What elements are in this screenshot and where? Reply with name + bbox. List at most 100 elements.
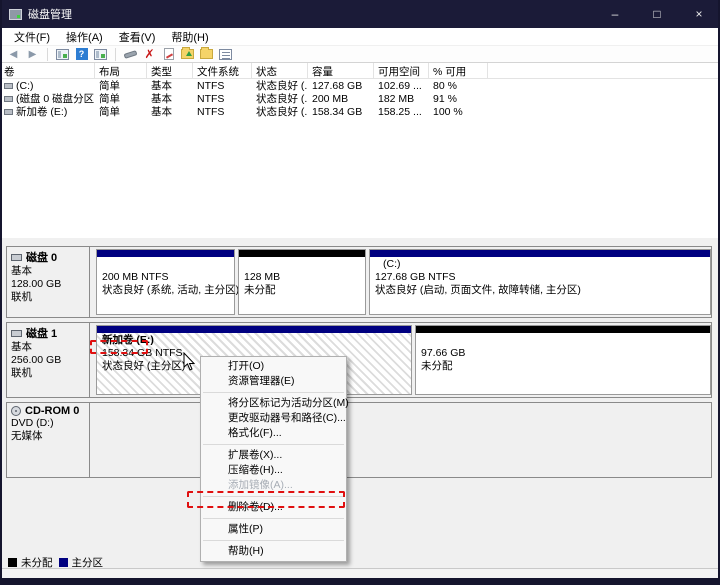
disk-management-app-icon: [9, 8, 22, 20]
console-window-icon[interactable]: [93, 47, 108, 61]
primary-partition-bar: [97, 250, 234, 257]
partition-status-label: 未分配: [244, 284, 276, 296]
window-bottom-border: [0, 578, 720, 585]
volume-table-header: 卷 布局 类型 文件系统 状态 容量 可用空间 % 可用: [0, 63, 720, 79]
title-bar: 磁盘管理 – □ ×: [0, 0, 720, 28]
menu-change-drive-letter[interactable]: 更改驱动器号和路径(C)...: [201, 411, 346, 426]
primary-partition-swatch: [58, 557, 68, 567]
volume-name: (C:): [16, 79, 34, 92]
menu-separator: [203, 540, 344, 541]
tool-icon[interactable]: [123, 47, 138, 61]
delete-volume-icon[interactable]: ✗: [142, 47, 157, 61]
disk0-partition-c[interactable]: (C:) 127.68 GB NTFS 状态良好 (启动, 页面文件, 故障转储…: [369, 249, 711, 315]
context-menu: 打开(O) 资源管理器(E) 将分区标记为活动分区(M) 更改驱动器号和路径(C…: [200, 356, 349, 562]
primary-partition-bar: [370, 250, 710, 257]
cell-type: 基本: [151, 106, 172, 118]
volume-icon: [4, 108, 13, 115]
cell-pct: 80 %: [433, 79, 457, 92]
menu-separator: [203, 518, 344, 519]
menu-help[interactable]: 帮助(H): [201, 544, 346, 559]
cell-status: 状态良好 (...: [256, 106, 308, 118]
maximize-button[interactable]: □: [636, 0, 678, 28]
cell-capacity: 158.34 GB: [312, 105, 363, 118]
partition-size-label: 200 MB NTFS: [102, 271, 169, 283]
menu-extend-volume[interactable]: 扩展卷(X)...: [201, 448, 346, 463]
help-icon[interactable]: ?: [74, 47, 89, 61]
col-volume[interactable]: 卷: [0, 63, 95, 78]
disk1-label-panel[interactable]: 磁盘 1 基本 256.00 GB 联机: [7, 323, 90, 397]
cell-free: 102.69 ...: [378, 79, 422, 92]
disk1-kind: 基本: [11, 341, 32, 353]
volume-row-e[interactable]: 新加卷 (E:) 简单 基本 NTFS 状态良好 (... 158.34 GB …: [0, 105, 720, 118]
disk1-unallocated[interactable]: 97.66 GB 未分配: [415, 325, 711, 395]
primary-partition-bar: [97, 326, 411, 333]
close-button[interactable]: ×: [678, 0, 720, 28]
cdrom-name: CD-ROM 0: [25, 405, 80, 417]
disk0-partition-system[interactable]: 200 MB NTFS 状态良好 (系统, 活动, 主分区): [96, 249, 240, 315]
legend-bar: 未分配 主分区: [0, 556, 720, 569]
col-pct-free[interactable]: % 可用: [429, 63, 488, 78]
volume-icon: [4, 95, 13, 102]
menu-open[interactable]: 打开(O): [201, 359, 346, 374]
menu-view[interactable]: 查看(V): [111, 28, 164, 46]
disk0-size: 128.00 GB: [11, 278, 62, 290]
cd-rom-icon: [11, 406, 21, 416]
disk0-kind: 基本: [11, 265, 32, 277]
console-tree-icon[interactable]: [55, 47, 70, 61]
menu-shrink-volume[interactable]: 压缩卷(H)...: [201, 463, 346, 478]
col-status[interactable]: 状态: [252, 63, 308, 78]
open-folder-icon[interactable]: [180, 47, 195, 61]
menu-format[interactable]: 格式化(F)...: [201, 426, 346, 441]
partition-title: 新加卷 (E:): [102, 334, 154, 346]
partition-status-label: 未分配: [421, 360, 453, 372]
menu-file[interactable]: 文件(F): [6, 28, 58, 46]
cell-fs: NTFS: [197, 79, 225, 92]
partition-size-label: 97.66 GB: [421, 347, 466, 359]
toolbar-separator: [47, 47, 48, 61]
explorer-folder-icon[interactable]: [199, 47, 214, 61]
menu-explorer[interactable]: 资源管理器(E): [201, 374, 346, 389]
minimize-button[interactable]: –: [594, 0, 636, 28]
unallocated-swatch: [8, 557, 17, 567]
partition-size-label: 128 MB: [244, 271, 281, 283]
menu-help[interactable]: 帮助(H): [163, 28, 216, 46]
menu-separator: [203, 392, 344, 393]
forward-icon[interactable]: ▶: [25, 47, 40, 61]
partition-status-label: 状态良好 (系统, 活动, 主分区): [102, 284, 240, 296]
cell-pct: 100 %: [433, 105, 463, 118]
format-icon[interactable]: [161, 47, 176, 61]
cell-free: 182 MB: [378, 92, 415, 105]
menu-separator: [203, 496, 344, 497]
col-layout[interactable]: 布局: [95, 63, 147, 78]
cell-free: 158.25 ...: [378, 105, 422, 118]
disk0-state: 联机: [11, 291, 32, 303]
col-capacity[interactable]: 容量: [308, 63, 374, 78]
col-type[interactable]: 类型: [147, 63, 193, 78]
menu-delete-volume[interactable]: 删除卷(D)...: [201, 500, 346, 515]
disk1-row: 磁盘 1 基本 256.00 GB 联机 新加卷 (E:) 158.34 GB …: [6, 322, 712, 398]
menu-add-mirror: 添加镜像(A)...: [228, 479, 293, 491]
volume-name: 新加卷 (E:): [16, 106, 68, 118]
disk0-name: 磁盘 0: [26, 252, 58, 264]
unallocated-bar: [239, 250, 365, 257]
volume-icon: [4, 82, 13, 89]
status-bar: [0, 568, 720, 578]
col-filesystem[interactable]: 文件系统: [193, 63, 252, 78]
disk1-size: 256.00 GB: [11, 354, 62, 366]
cdrom-label-panel[interactable]: CD-ROM 0 DVD (D:) 无媒体: [7, 403, 90, 477]
window-title: 磁盘管理: [28, 9, 72, 21]
cell-layout: 简单: [99, 106, 120, 118]
toolbar-separator: [115, 47, 116, 61]
back-icon[interactable]: ◀: [6, 47, 21, 61]
cdrom-state: 无媒体: [11, 430, 43, 442]
disk0-unallocated[interactable]: 128 MB 未分配: [238, 249, 366, 315]
cell-capacity: 127.68 GB: [312, 79, 363, 92]
disk0-label-panel[interactable]: 磁盘 0 基本 128.00 GB 联机: [7, 247, 90, 317]
disk-icon: [11, 253, 22, 261]
col-free-space[interactable]: 可用空间: [374, 63, 429, 78]
properties-icon[interactable]: [218, 47, 233, 61]
menu-bar: 文件(F) 操作(A) 查看(V) 帮助(H): [0, 28, 720, 46]
menu-properties[interactable]: 属性(P): [201, 522, 346, 537]
menu-action[interactable]: 操作(A): [58, 28, 111, 46]
menu-mark-active[interactable]: 将分区标记为活动分区(M): [201, 396, 349, 411]
